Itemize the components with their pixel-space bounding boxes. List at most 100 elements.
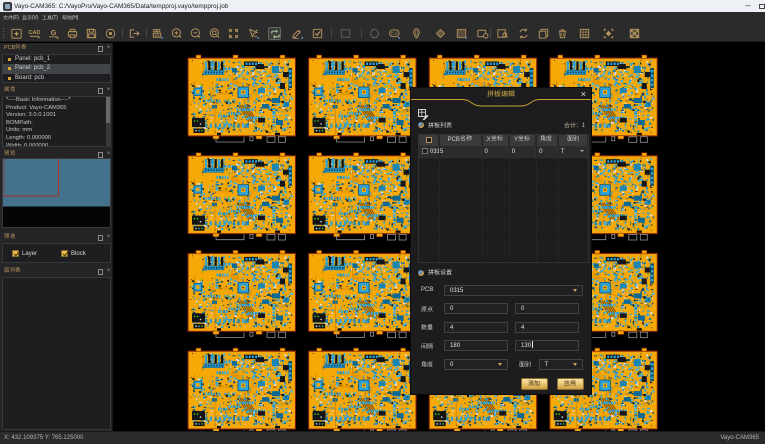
properties-panel-title bbox=[4, 85, 15, 95]
panel-list-section-header bbox=[418, 122, 452, 129]
board-outline-icon bbox=[339, 27, 352, 40]
panel-grid-icon[interactable] bbox=[628, 27, 641, 40]
side-dropdown-caret-icon[interactable] bbox=[580, 150, 584, 152]
add-button[interactable] bbox=[521, 378, 548, 390]
block-checkbox[interactable] bbox=[61, 250, 68, 257]
table-header-cell[interactable]: PCB bbox=[439, 135, 482, 146]
table-header-cell[interactable] bbox=[558, 135, 589, 146]
side-combo[interactable]: T bbox=[539, 359, 584, 370]
toolbar-drag-handle[interactable] bbox=[2, 27, 5, 39]
menu-item-tools[interactable]: (T) bbox=[42, 12, 58, 24]
shield-pad-icon[interactable] bbox=[410, 27, 423, 40]
panelize-icon[interactable] bbox=[268, 27, 281, 40]
pcb-combo[interactable]: 0315 bbox=[444, 285, 583, 296]
probe-icon[interactable] bbox=[247, 27, 260, 40]
table-header-cell[interactable] bbox=[536, 135, 558, 146]
table-row[interactable]: 0315000T bbox=[419, 146, 588, 158]
table-cell: 0 bbox=[536, 146, 558, 158]
apply-button[interactable] bbox=[557, 378, 584, 390]
edit-draw-icon[interactable] bbox=[291, 27, 304, 40]
rect-badge-icon[interactable] bbox=[476, 27, 489, 40]
pcb-list-item[interactable]: Panel: pcb_1 bbox=[3, 55, 110, 64]
print-icon[interactable] bbox=[66, 27, 79, 40]
toolbar-separator bbox=[122, 28, 123, 38]
side-label bbox=[519, 361, 531, 368]
properties-scrollbar[interactable] bbox=[106, 97, 110, 146]
property-line: BOMPath: bbox=[3, 120, 110, 128]
origin-y-input[interactable]: 0 bbox=[515, 303, 579, 314]
layer-checkbox-row[interactable]: Layer bbox=[12, 250, 37, 257]
origin-x-input[interactable]: 0 bbox=[444, 303, 508, 314]
swap-icon[interactable] bbox=[517, 27, 530, 40]
layer-list-close-icon[interactable]: × bbox=[105, 267, 113, 275]
table-grid-icon[interactable] bbox=[578, 27, 591, 40]
row-checkbox[interactable] bbox=[422, 148, 428, 154]
menu-item-file[interactable]: (F) bbox=[3, 12, 19, 24]
table-grid-line bbox=[419, 169, 588, 170]
copy-icon[interactable] bbox=[537, 27, 550, 40]
record-icon[interactable] bbox=[104, 27, 117, 40]
toolbar: CAD G bbox=[0, 24, 765, 42]
menu-item-help[interactable]: (H) bbox=[62, 12, 78, 24]
filter-close-icon[interactable]: × bbox=[105, 233, 113, 241]
angle-label bbox=[421, 361, 433, 368]
pcb-list-item[interactable]: Board: pcb bbox=[3, 74, 110, 83]
cad-import-icon[interactable]: CAD bbox=[28, 27, 41, 40]
pcb-list: Panel: pcb_1 Panel: pcb_2Board: pcb bbox=[2, 54, 111, 83]
diamond-icon[interactable] bbox=[434, 27, 447, 40]
toolbar-separator bbox=[146, 28, 147, 38]
zoom-in-icon[interactable] bbox=[170, 27, 183, 40]
pcb-item-label: Panel: pcb_1 bbox=[15, 56, 50, 62]
table-grid-line bbox=[419, 158, 588, 159]
panel-table: PCBXY0315000T bbox=[418, 134, 589, 264]
minimize-button[interactable]: – bbox=[741, 0, 755, 12]
maximize-button[interactable] bbox=[759, 4, 765, 9]
filter-panel-header: × bbox=[0, 232, 113, 242]
properties-close-icon[interactable]: × bbox=[105, 86, 113, 94]
export-icon[interactable] bbox=[128, 27, 141, 40]
layer-list-float-icon[interactable] bbox=[96, 267, 104, 275]
block-checkbox-label: Block bbox=[71, 251, 86, 257]
filter-float-icon[interactable] bbox=[96, 233, 104, 241]
block-checkbox-row[interactable]: Block bbox=[61, 250, 86, 257]
pcb-item-bullet-icon bbox=[8, 67, 11, 70]
count-x-input[interactable]: 4 bbox=[444, 322, 508, 333]
delete-icon[interactable] bbox=[556, 27, 569, 40]
angle-combo[interactable]: 0 bbox=[444, 359, 508, 370]
inspect-rect-icon[interactable] bbox=[496, 27, 509, 40]
circle-tool-icon bbox=[368, 27, 381, 40]
layer-list-panel-title bbox=[4, 266, 21, 276]
table-header-cell[interactable]: Y bbox=[509, 135, 536, 146]
film-measure-icon[interactable] bbox=[151, 27, 164, 40]
table-grid-line bbox=[419, 241, 588, 242]
fit-diamond-icon[interactable] bbox=[602, 27, 615, 40]
dialog-title-bar[interactable]: × bbox=[411, 88, 591, 107]
new-board-icon[interactable] bbox=[10, 27, 23, 40]
spacing-x-input[interactable]: 180 bbox=[444, 340, 508, 351]
select-all-checkbox[interactable] bbox=[426, 137, 432, 143]
section-bullet-icon bbox=[418, 122, 424, 128]
zoom-selection-icon[interactable] bbox=[208, 27, 221, 40]
zoom-out-icon[interactable] bbox=[189, 27, 202, 40]
table-grid-line bbox=[419, 217, 588, 218]
gerber-import-icon[interactable]: G bbox=[47, 27, 60, 40]
pcb-list-float-icon[interactable] bbox=[96, 44, 104, 52]
obround-icon[interactable] bbox=[388, 27, 401, 40]
table-header-cell[interactable]: X bbox=[482, 135, 509, 146]
pcb-list-item[interactable]: Panel: pcb_2 bbox=[3, 64, 110, 73]
layer-checkbox[interactable] bbox=[12, 250, 19, 257]
pcb-list-close-icon[interactable]: × bbox=[105, 44, 113, 52]
toolbar-separator bbox=[361, 28, 362, 38]
property-line: Units: mm bbox=[3, 127, 110, 135]
fit-view-icon[interactable] bbox=[227, 27, 240, 40]
spacing-y-input[interactable]: 130 bbox=[515, 340, 579, 351]
menu-item-view[interactable]: (V) bbox=[22, 12, 38, 24]
properties-float-icon[interactable] bbox=[96, 86, 104, 94]
dialog-close-icon[interactable]: × bbox=[581, 90, 586, 99]
filled-rect-icon[interactable] bbox=[455, 27, 468, 40]
table-grid-line bbox=[558, 135, 559, 263]
edit-window-icon[interactable] bbox=[418, 109, 429, 120]
save-icon[interactable] bbox=[85, 27, 98, 40]
count-y-input[interactable]: 4 bbox=[515, 322, 579, 333]
check-tool-icon[interactable] bbox=[311, 27, 324, 40]
